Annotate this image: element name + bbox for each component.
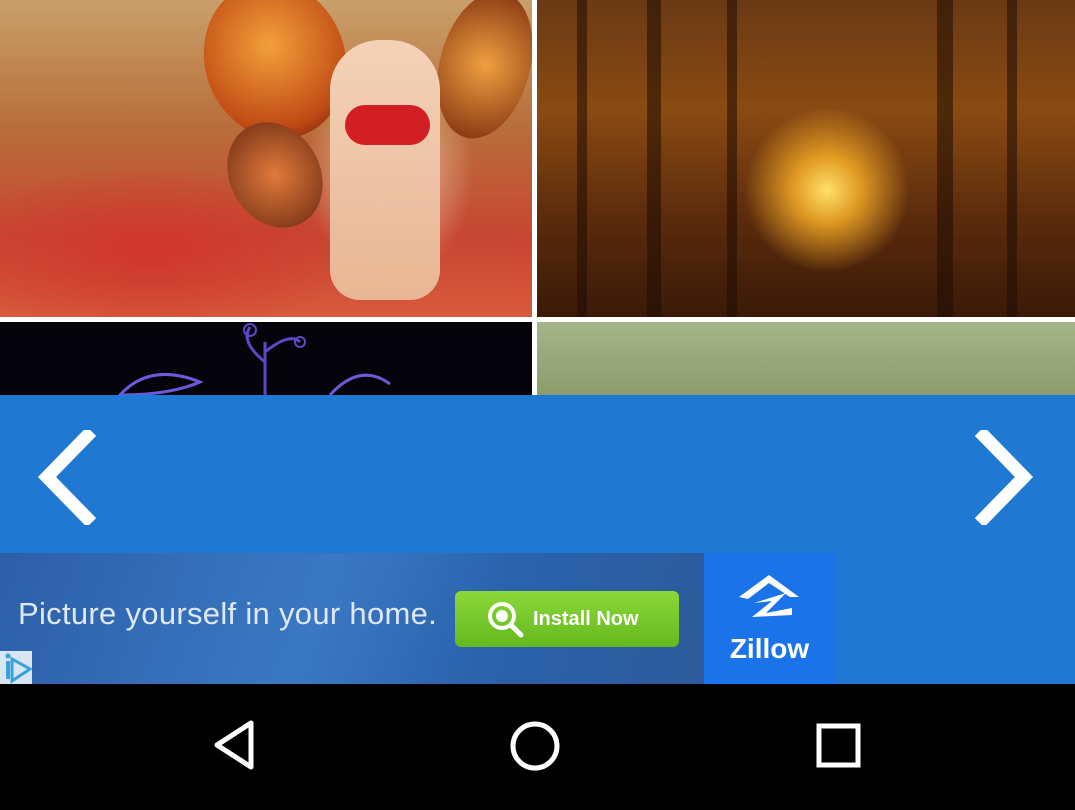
back-triangle-icon: [214, 720, 254, 770]
home-circle-icon: [510, 721, 560, 771]
wallpaper-grid: [0, 0, 1075, 395]
zillow-house-icon: [739, 575, 799, 617]
chevron-right-icon: [974, 426, 1034, 528]
adchoices-icon[interactable]: [0, 651, 33, 684]
zillow-logo[interactable]: Zillow: [704, 553, 835, 684]
install-now-label: Install Now: [533, 607, 639, 630]
recents-button[interactable]: [808, 715, 868, 775]
chevron-left-icon: [37, 426, 97, 528]
wallpaper-thumbnail[interactable]: [0, 0, 532, 317]
search-icon: [488, 602, 524, 638]
home-button[interactable]: [505, 715, 565, 775]
previous-button[interactable]: [35, 426, 105, 528]
next-button[interactable]: [970, 426, 1040, 528]
zillow-brand-text: Zillow: [729, 633, 810, 664]
wallpaper-thumbnail[interactable]: [537, 322, 1075, 395]
wallpaper-thumbnail[interactable]: [0, 322, 532, 395]
pager-bar: [0, 395, 1075, 553]
wallpaper-thumbnail[interactable]: [537, 0, 1075, 317]
install-now-button[interactable]: Install Now: [455, 591, 679, 647]
recents-square-icon: [816, 723, 861, 768]
back-button[interactable]: [205, 715, 265, 775]
ad-headline: Picture yourself in your home.: [18, 596, 438, 631]
